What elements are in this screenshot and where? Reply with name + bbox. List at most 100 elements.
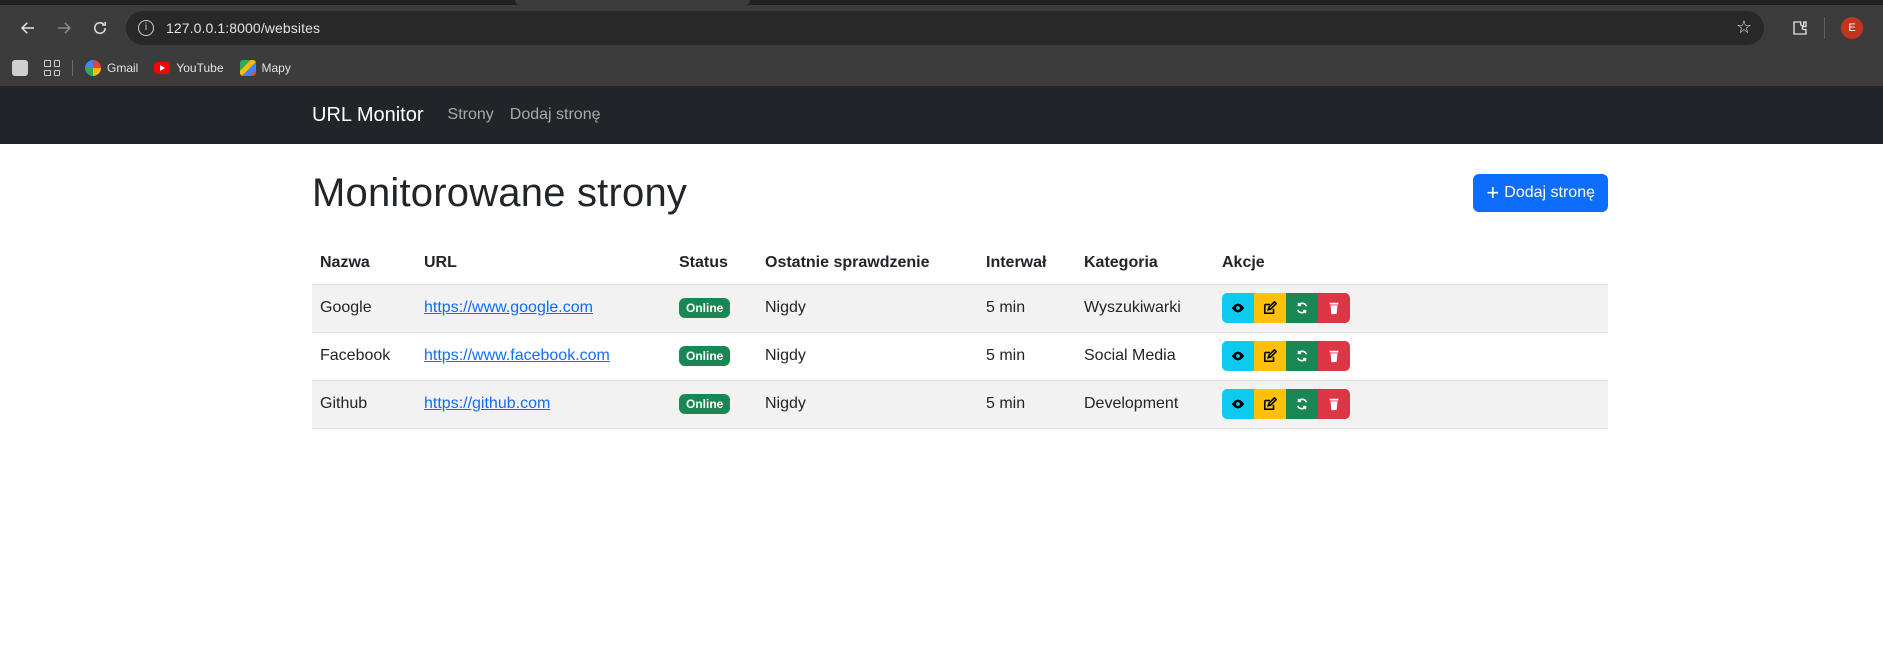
edit-icon: [1263, 301, 1277, 315]
youtube-icon: [154, 62, 171, 74]
plus-icon: +: [1486, 180, 1500, 205]
cell-status: Online: [671, 332, 757, 381]
view-button[interactable]: [1222, 389, 1254, 419]
bookmark-star-icon[interactable]: ☆: [1736, 17, 1752, 38]
column-header-last-check: Ostatnie sprawdzenie: [757, 242, 978, 285]
site-info-icon[interactable]: i: [138, 19, 154, 36]
status-badge: Online: [679, 346, 731, 366]
column-header-actions: Akcje: [1214, 242, 1608, 285]
trash-icon: [1329, 398, 1339, 411]
trash-icon: [1329, 302, 1339, 315]
address-bar[interactable]: i 127.0.0.1:8000/websites ☆: [126, 10, 1764, 45]
refresh-icon: [1296, 302, 1308, 314]
cell-category: Wyszukiwarki: [1076, 284, 1214, 333]
column-header-status: Status: [671, 242, 757, 285]
cell-status: Online: [671, 380, 757, 429]
bookmark-youtube[interactable]: YouTube: [154, 61, 224, 75]
reload-icon[interactable]: [82, 10, 118, 46]
delete-button[interactable]: [1318, 341, 1350, 371]
bookmark-mapy[interactable]: Mapy: [239, 60, 291, 76]
cell-category: Development: [1076, 380, 1214, 429]
browser-toolbar: i 127.0.0.1:8000/websites ☆ E: [0, 5, 1883, 50]
edit-icon: [1263, 349, 1277, 363]
tab-groups-icon[interactable]: [12, 60, 28, 76]
nav-link-strony[interactable]: Strony: [448, 106, 494, 124]
cell-interval: 5 min: [978, 380, 1076, 429]
navbar-brand[interactable]: URL Monitor: [312, 104, 424, 127]
view-button[interactable]: [1222, 293, 1254, 323]
extensions-icon[interactable]: [1782, 10, 1818, 46]
eye-icon: [1231, 399, 1245, 409]
apps-grid-icon[interactable]: [44, 60, 60, 76]
page-header: Monitorowane strony + Dodaj stronę: [312, 144, 1608, 242]
refresh-icon: [1296, 350, 1308, 362]
main-container: Monitorowane strony + Dodaj stronę Nazwa…: [312, 144, 1608, 429]
google-icon: [85, 60, 101, 76]
cell-url: https://www.google.com: [416, 284, 671, 333]
eye-icon: [1231, 351, 1245, 361]
status-badge: Online: [679, 394, 731, 414]
edit-button[interactable]: [1254, 389, 1286, 419]
cell-last-check: Nigdy: [757, 380, 978, 429]
bookmark-gmail[interactable]: Gmail: [85, 60, 138, 76]
cell-url: https://github.com: [416, 380, 671, 429]
table-row: Google https://www.google.com Online Nig…: [312, 284, 1608, 333]
cell-name: Google: [312, 284, 416, 333]
status-badge: Online: [679, 298, 731, 318]
active-tab[interactable]: [515, 0, 750, 5]
action-button-group: [1222, 293, 1600, 323]
bookmarks-bar: Gmail YouTube Mapy: [0, 50, 1883, 86]
table-header-row: Nazwa URL Status Ostatnie sprawdzenie In…: [312, 242, 1608, 285]
trash-icon: [1329, 350, 1339, 363]
cell-name: Facebook: [312, 332, 416, 381]
cell-last-check: Nigdy: [757, 332, 978, 381]
add-website-button[interactable]: + Dodaj stronę: [1473, 174, 1608, 212]
bookmark-label: YouTube: [176, 61, 224, 75]
maps-icon: [239, 60, 256, 76]
back-icon[interactable]: [10, 10, 46, 46]
check-now-button[interactable]: [1286, 341, 1318, 371]
forward-icon[interactable]: [46, 10, 82, 46]
nav-link-dodaj-strone[interactable]: Dodaj stronę: [510, 106, 601, 124]
table-row: Github https://github.com Online Nigdy 5…: [312, 380, 1608, 429]
website-link[interactable]: https://www.facebook.com: [424, 347, 610, 364]
edit-button[interactable]: [1254, 293, 1286, 323]
check-now-button[interactable]: [1286, 389, 1318, 419]
delete-button[interactable]: [1318, 293, 1350, 323]
column-header-interval: Interwał: [978, 242, 1076, 285]
profile-avatar[interactable]: E: [1841, 16, 1863, 39]
column-header-url: URL: [416, 242, 671, 285]
cell-status: Online: [671, 284, 757, 333]
website-link[interactable]: https://www.google.com: [424, 299, 593, 316]
app-navbar: URL Monitor Strony Dodaj stronę: [0, 86, 1883, 144]
check-now-button[interactable]: [1286, 293, 1318, 323]
view-button[interactable]: [1222, 341, 1254, 371]
browser-chrome: i 127.0.0.1:8000/websites ☆ E Gmail YouT…: [0, 0, 1883, 86]
cell-interval: 5 min: [978, 284, 1076, 333]
action-button-group: [1222, 341, 1600, 371]
tab-strip: [0, 0, 1883, 5]
add-website-label: Dodaj stronę: [1504, 184, 1595, 201]
action-button-group: [1222, 389, 1600, 419]
column-header-name: Nazwa: [312, 242, 416, 285]
bookmark-label: Mapy: [261, 61, 291, 75]
page-title: Monitorowane strony: [312, 170, 688, 215]
cell-url: https://www.facebook.com: [416, 332, 671, 381]
cell-name: Github: [312, 380, 416, 429]
edit-icon: [1263, 397, 1277, 411]
cell-category: Social Media: [1076, 332, 1214, 381]
cell-interval: 5 min: [978, 332, 1076, 381]
edit-button[interactable]: [1254, 341, 1286, 371]
bookmark-label: Gmail: [107, 61, 139, 75]
address-url[interactable]: 127.0.0.1:8000/websites: [166, 20, 1736, 36]
delete-button[interactable]: [1318, 389, 1350, 419]
column-header-category: Kategoria: [1076, 242, 1214, 285]
eye-icon: [1231, 303, 1245, 313]
websites-table: Nazwa URL Status Ostatnie sprawdzenie In…: [312, 242, 1608, 429]
cell-actions: [1214, 380, 1608, 429]
cell-last-check: Nigdy: [757, 284, 978, 333]
cell-actions: [1214, 332, 1608, 381]
bookmarks-divider: [72, 60, 73, 76]
toolbar-divider: [1824, 16, 1825, 39]
website-link[interactable]: https://github.com: [424, 395, 550, 412]
